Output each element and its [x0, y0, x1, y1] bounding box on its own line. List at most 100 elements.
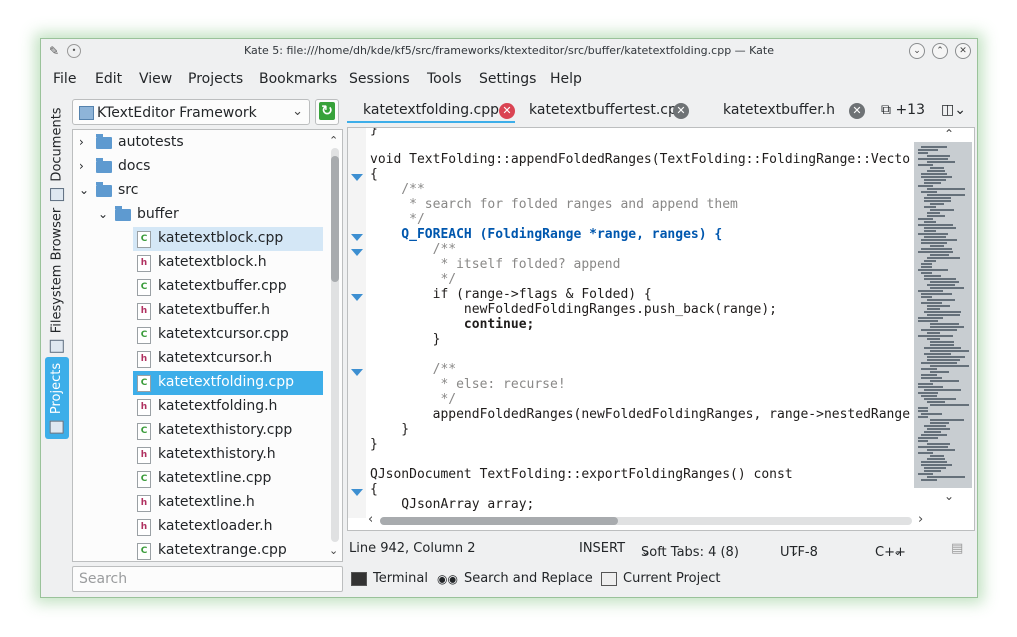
- maximize-icon[interactable]: ⌃: [932, 43, 948, 59]
- chevron-right-icon[interactable]: ›: [79, 159, 84, 173]
- fold-marker-icon[interactable]: [351, 234, 363, 241]
- tree-item[interactable]: Ckatetextcursor.cpp: [73, 323, 323, 347]
- code-line[interactable]: {: [370, 482, 910, 497]
- tree-item[interactable]: Ckatetextfolding.cpp: [133, 371, 323, 395]
- fold-marker-icon[interactable]: [351, 369, 363, 376]
- tree-item[interactable]: Ckatetextblock.cpp: [133, 227, 323, 251]
- code-line[interactable]: [370, 137, 910, 152]
- code-line[interactable]: if (range->flags & Folded) {: [370, 287, 910, 302]
- code-line[interactable]: }: [370, 422, 910, 437]
- tree-scroll-thumb[interactable]: [331, 156, 339, 282]
- current-project-button[interactable]: Current Project: [601, 571, 720, 586]
- code-line[interactable]: {: [370, 167, 910, 182]
- code-line[interactable]: */: [370, 212, 910, 227]
- menu-sessions[interactable]: Sessions: [349, 71, 410, 87]
- tree-item[interactable]: h katetextline.h: [73, 491, 323, 515]
- tree-item[interactable]: Ckatetexthistory.cpp: [73, 419, 323, 443]
- menu-edit[interactable]: Edit: [95, 71, 122, 87]
- code-line[interactable]: */: [370, 272, 910, 287]
- menu-tools[interactable]: Tools: [427, 71, 462, 87]
- tab-projects[interactable]: Projects: [45, 357, 69, 439]
- scroll-left-icon[interactable]: ‹: [368, 512, 373, 527]
- code-line[interactable]: continue;: [370, 317, 910, 332]
- code-line[interactable]: [370, 347, 910, 362]
- scroll-down-icon[interactable]: ⌄: [944, 489, 954, 503]
- fold-marker-icon[interactable]: [351, 489, 363, 496]
- code-line[interactable]: Q_FOREACH (FoldingRange *range, ranges) …: [370, 227, 910, 242]
- minimize-icon[interactable]: ⌄: [909, 43, 925, 59]
- code-line[interactable]: * search for folded ranges and append th…: [370, 197, 910, 212]
- hscroll-thumb[interactable]: [380, 517, 618, 525]
- cursor-position[interactable]: Line 942, Column 2: [349, 541, 476, 556]
- chevron-right-icon[interactable]: ›: [79, 135, 84, 149]
- tree-item[interactable]: Ckatetextrange.cpp: [73, 539, 323, 561]
- tree-item[interactable]: Ckatetextline.cpp: [73, 467, 323, 491]
- fold-marker-icon[interactable]: [351, 174, 363, 181]
- fold-marker-icon[interactable]: [351, 294, 363, 301]
- chevron-down-icon[interactable]: ⌄: [79, 183, 89, 197]
- fold-marker-icon[interactable]: [351, 249, 363, 256]
- tree-item[interactable]: h katetextbuffer.h: [73, 299, 323, 323]
- tab-documents[interactable]: Documents: [45, 99, 69, 209]
- tab-katetextbuffer-h[interactable]: katetextbuffer.h ✕: [695, 97, 871, 125]
- code-line[interactable]: /**: [370, 182, 910, 197]
- tree-item[interactable]: h katetextcursor.h: [73, 347, 323, 371]
- tree-item[interactable]: h katetextloader.h: [73, 515, 323, 539]
- menu-bookmarks[interactable]: Bookmarks: [259, 71, 337, 87]
- document-icon[interactable]: ▤: [951, 541, 963, 556]
- scroll-up-icon[interactable]: ⌃: [944, 128, 954, 141]
- tree-item[interactable]: h katetextfolding.h: [73, 395, 323, 419]
- menu-help[interactable]: Help: [550, 71, 582, 87]
- tree-item[interactable]: ⌄ buffer: [73, 203, 323, 227]
- close-icon[interactable]: ✕: [955, 43, 971, 59]
- reload-project-button[interactable]: ↻: [315, 99, 339, 125]
- code-line[interactable]: /**: [370, 362, 910, 377]
- scroll-down-icon[interactable]: ⌄: [329, 544, 338, 557]
- search-replace-button[interactable]: ◉◉ Search and Replace: [437, 571, 593, 586]
- tree-item[interactable]: › docs: [73, 155, 323, 179]
- code-line[interactable]: */: [370, 392, 910, 407]
- code-line[interactable]: [370, 452, 910, 467]
- tree-item[interactable]: h katetextblock.h: [73, 251, 323, 275]
- tab-katetextfolding[interactable]: katetextfolding.cpp ✕: [347, 97, 517, 125]
- project-selector[interactable]: KTextEditor Framework ⌄: [72, 99, 310, 125]
- close-tab-icon[interactable]: ✕: [673, 103, 689, 119]
- chevron-down-icon[interactable]: ⌄: [98, 207, 108, 221]
- menu-file[interactable]: File: [53, 71, 76, 87]
- code-line[interactable]: newFoldedFoldingRanges.push_back(range);: [370, 302, 910, 317]
- menu-projects[interactable]: Projects: [188, 71, 243, 87]
- minimap-scrollbar[interactable]: [914, 142, 972, 488]
- tree-item[interactable]: h katetexthistory.h: [73, 443, 323, 467]
- code-area[interactable]: }void TextFolding::appendFoldedRanges(Te…: [370, 128, 910, 512]
- menu-settings[interactable]: Settings: [479, 71, 536, 87]
- code-editor[interactable]: }void TextFolding::appendFoldedRanges(Te…: [347, 127, 975, 531]
- code-line[interactable]: }: [370, 128, 910, 137]
- scroll-right-icon[interactable]: ›: [918, 512, 923, 527]
- split-view-icon[interactable]: ◫⌄: [941, 102, 966, 118]
- close-tab-icon[interactable]: ✕: [499, 103, 515, 119]
- code-line[interactable]: * itself folded? append: [370, 257, 910, 272]
- input-mode[interactable]: INSERT: [579, 541, 625, 556]
- menu-view[interactable]: View: [139, 71, 172, 87]
- more-tabs-button[interactable]: ⧉ +13: [881, 102, 925, 118]
- tab-katetextbuffertest[interactable]: katetextbuffertest.cpp ✕: [519, 97, 691, 125]
- code-line[interactable]: appendFoldedRanges(newFoldedFoldingRange…: [370, 407, 910, 422]
- horizontal-scrollbar[interactable]: ‹ ›: [366, 512, 923, 527]
- code-line[interactable]: /**: [370, 242, 910, 257]
- code-line[interactable]: void TextFolding::appendFoldedRanges(Tex…: [370, 152, 910, 167]
- tree-scrollbar[interactable]: ⌃ ⌄: [329, 134, 339, 557]
- project-search-input[interactable]: [72, 566, 343, 592]
- tree-item[interactable]: › autotests: [73, 131, 323, 155]
- code-line[interactable]: QJsonArray array;: [370, 497, 910, 512]
- code-line[interactable]: }: [370, 437, 910, 452]
- code-line[interactable]: QJsonDocument TextFolding::exportFolding…: [370, 467, 910, 482]
- tree-item[interactable]: Ckatetextbuffer.cpp: [73, 275, 323, 299]
- tab-filesystem-browser[interactable]: Filesystem Browser: [45, 205, 69, 355]
- tree-item[interactable]: ⌄ src: [73, 179, 323, 203]
- code-line[interactable]: * else: recurse!: [370, 377, 910, 392]
- project-tree[interactable]: › autotests › docs ⌄ src ⌄ buffer Ckatetextblock…: [72, 129, 343, 562]
- close-tab-icon[interactable]: ✕: [849, 103, 865, 119]
- code-line[interactable]: }: [370, 332, 910, 347]
- scroll-up-icon[interactable]: ⌃: [329, 134, 338, 147]
- terminal-button[interactable]: Terminal: [351, 571, 428, 586]
